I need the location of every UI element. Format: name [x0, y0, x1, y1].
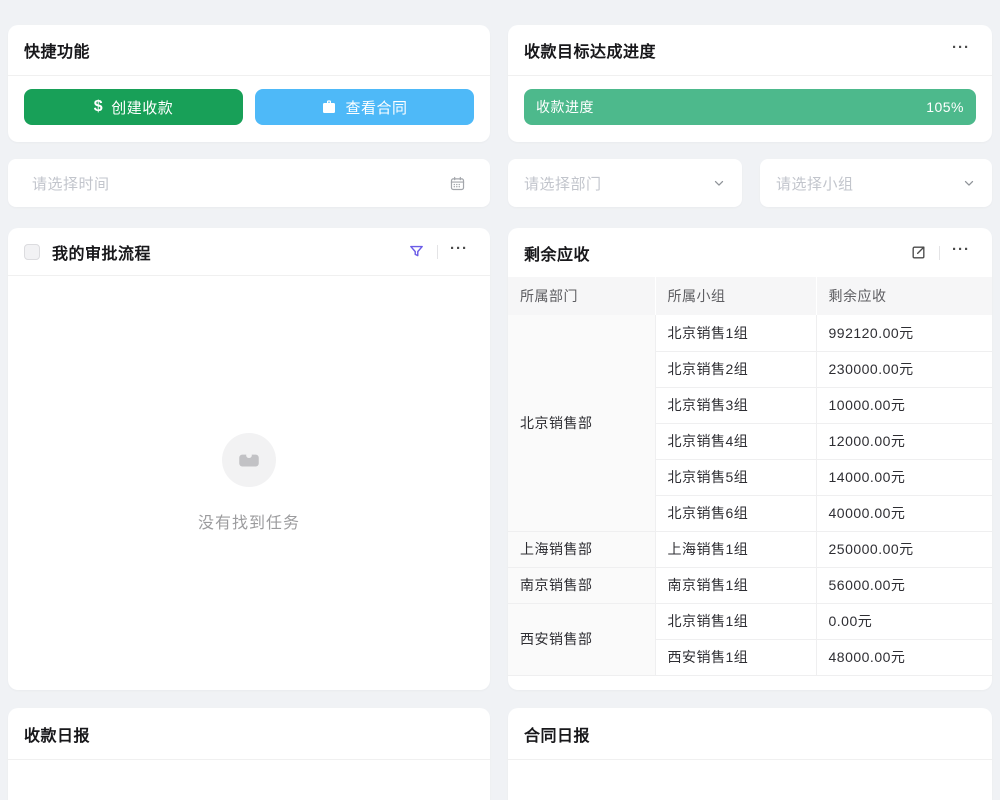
- table-row: 北京销售部 北京销售1组 992120.00元: [508, 315, 992, 351]
- group-cell: 北京销售4组: [655, 423, 816, 459]
- select-all-checkbox[interactable]: [24, 244, 40, 260]
- group-cell: 上海销售1组: [655, 531, 816, 567]
- more-icon[interactable]: ···: [950, 39, 972, 61]
- department-cell: 南京销售部: [508, 567, 655, 603]
- table-row: 南京销售部 南京销售1组 56000.00元: [508, 567, 992, 603]
- group-cell: 西安销售1组: [655, 639, 816, 675]
- amount-cell: 56000.00元: [816, 567, 992, 603]
- group-cell: 北京销售6组: [655, 495, 816, 531]
- amount-cell: 10000.00元: [816, 387, 992, 423]
- approval-empty-state: 没有找到任务: [8, 276, 490, 689]
- card-title: 收款日报: [24, 722, 90, 746]
- quick-actions-header: 快捷功能: [8, 25, 490, 76]
- group-cell: 北京销售2组: [655, 351, 816, 387]
- col-header-amount: 剩余应收: [816, 277, 992, 315]
- external-link-icon[interactable]: [907, 242, 929, 264]
- department-cell: 西安销售部: [508, 603, 655, 675]
- filter-icon[interactable]: [405, 241, 427, 263]
- col-header-department: 所属部门: [508, 277, 655, 315]
- approval-flow-header: 我的审批流程 ···: [8, 228, 490, 276]
- amount-cell: 230000.00元: [816, 351, 992, 387]
- time-picker-input[interactable]: 请选择时间: [8, 159, 490, 207]
- approval-flow-card: 我的审批流程 ··· 没有找到任务: [8, 228, 490, 690]
- group-cell: 北京销售3组: [655, 387, 816, 423]
- progress-label: 收款进度: [536, 97, 594, 117]
- group-select[interactable]: 请选择小组: [760, 159, 992, 207]
- briefcase-icon: [321, 99, 337, 115]
- more-icon[interactable]: ···: [448, 241, 470, 263]
- table-row: 西安销售部 北京销售1组 0.00元: [508, 603, 992, 639]
- group-cell: 北京销售1组: [655, 315, 816, 351]
- create-payment-label: 创建收款: [111, 97, 173, 118]
- contract-daily-card: 合同日报: [508, 708, 992, 800]
- department-cell: 上海销售部: [508, 531, 655, 567]
- amount-cell: 48000.00元: [816, 639, 992, 675]
- amount-cell: 14000.00元: [816, 459, 992, 495]
- card-title: 剩余应收: [524, 241, 590, 265]
- amount-cell: 40000.00元: [816, 495, 992, 531]
- dollar-icon: $: [94, 98, 103, 116]
- group-select-placeholder: 请选择小组: [776, 173, 854, 194]
- group-cell: 北京销售5组: [655, 459, 816, 495]
- view-contract-label: 查看合同: [345, 97, 407, 118]
- view-contract-button[interactable]: 查看合同: [255, 89, 474, 125]
- amount-cell: 992120.00元: [816, 315, 992, 351]
- contract-daily-header: 合同日报: [508, 708, 992, 760]
- chevron-down-icon: [712, 176, 726, 190]
- col-header-group: 所属小组: [655, 277, 816, 315]
- quick-actions-card: 快捷功能 $ 创建收款 查看合同: [8, 25, 490, 142]
- department-cell: 北京销售部: [508, 315, 655, 531]
- collection-progress-card: 收款目标达成进度 ··· 收款进度 105%: [508, 25, 992, 142]
- amount-cell: 250000.00元: [816, 531, 992, 567]
- group-cell: 南京销售1组: [655, 567, 816, 603]
- card-title: 我的审批流程: [52, 240, 151, 264]
- calendar-icon: [449, 175, 466, 192]
- group-cell: 北京销售1组: [655, 603, 816, 639]
- card-title: 合同日报: [524, 722, 590, 746]
- department-select-placeholder: 请选择部门: [524, 173, 602, 194]
- card-title: 收款目标达成进度: [524, 38, 656, 62]
- payment-daily-card: 收款日报: [8, 708, 490, 800]
- progress-percent: 105%: [926, 99, 964, 115]
- receivables-table: 所属部门 所属小组 剩余应收 北京销售部 北京销售1组 992120.00元 北…: [508, 277, 992, 676]
- time-picker-placeholder: 请选择时间: [32, 173, 110, 194]
- chevron-down-icon: [962, 176, 976, 190]
- table-header-row: 所属部门 所属小组 剩余应收: [508, 277, 992, 315]
- more-icon[interactable]: ···: [950, 242, 972, 264]
- payment-daily-header: 收款日报: [8, 708, 490, 760]
- empty-inbox-icon: [222, 433, 276, 487]
- department-select[interactable]: 请选择部门: [508, 159, 742, 207]
- remaining-receivables-header: 剩余应收 ···: [508, 228, 992, 277]
- create-payment-button[interactable]: $ 创建收款: [24, 89, 243, 125]
- page-title: 快捷功能: [24, 38, 90, 62]
- header-divider: [939, 246, 940, 260]
- header-divider: [437, 245, 438, 259]
- empty-state-text: 没有找到任务: [198, 509, 300, 533]
- collection-progress-header: 收款目标达成进度 ···: [508, 25, 992, 76]
- amount-cell: 12000.00元: [816, 423, 992, 459]
- amount-cell: 0.00元: [816, 603, 992, 639]
- table-row: 上海销售部 上海销售1组 250000.00元: [508, 531, 992, 567]
- remaining-receivables-card: 剩余应收 ··· 所属部门 所属小组 剩余应收 北京销售部 北京销售1组: [508, 228, 992, 690]
- collection-progress-bar: 收款进度 105%: [524, 89, 976, 125]
